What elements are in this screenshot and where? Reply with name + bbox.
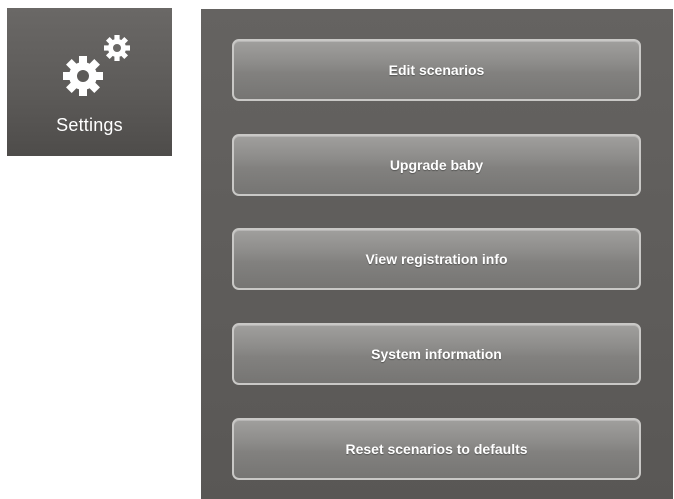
settings-label: Settings — [56, 115, 123, 135]
edit-scenarios-button[interactable]: Edit scenarios — [232, 39, 641, 101]
upgrade-baby-button[interactable]: Upgrade baby — [232, 134, 641, 196]
system-information-button[interactable]: System information — [232, 323, 641, 385]
reset-scenarios-button[interactable]: Reset scenarios to defaults — [232, 418, 641, 480]
settings-menu-panel: Edit scenarios Upgrade baby View registr… — [201, 9, 673, 499]
settings-tile-button[interactable]: Settings — [7, 8, 172, 156]
edit-scenarios-label: Edit scenarios — [388, 62, 485, 78]
settings-page: Settings Edit scenarios Upgrade baby Vie… — [0, 0, 674, 499]
reset-scenarios-label: Reset scenarios to defaults — [345, 441, 528, 457]
gears-icon — [63, 35, 130, 96]
upgrade-baby-label: Upgrade baby — [389, 157, 484, 173]
view-registration-info-label: View registration info — [365, 251, 508, 267]
system-information-label: System information — [371, 346, 502, 362]
view-registration-info-button[interactable]: View registration info — [232, 228, 641, 290]
